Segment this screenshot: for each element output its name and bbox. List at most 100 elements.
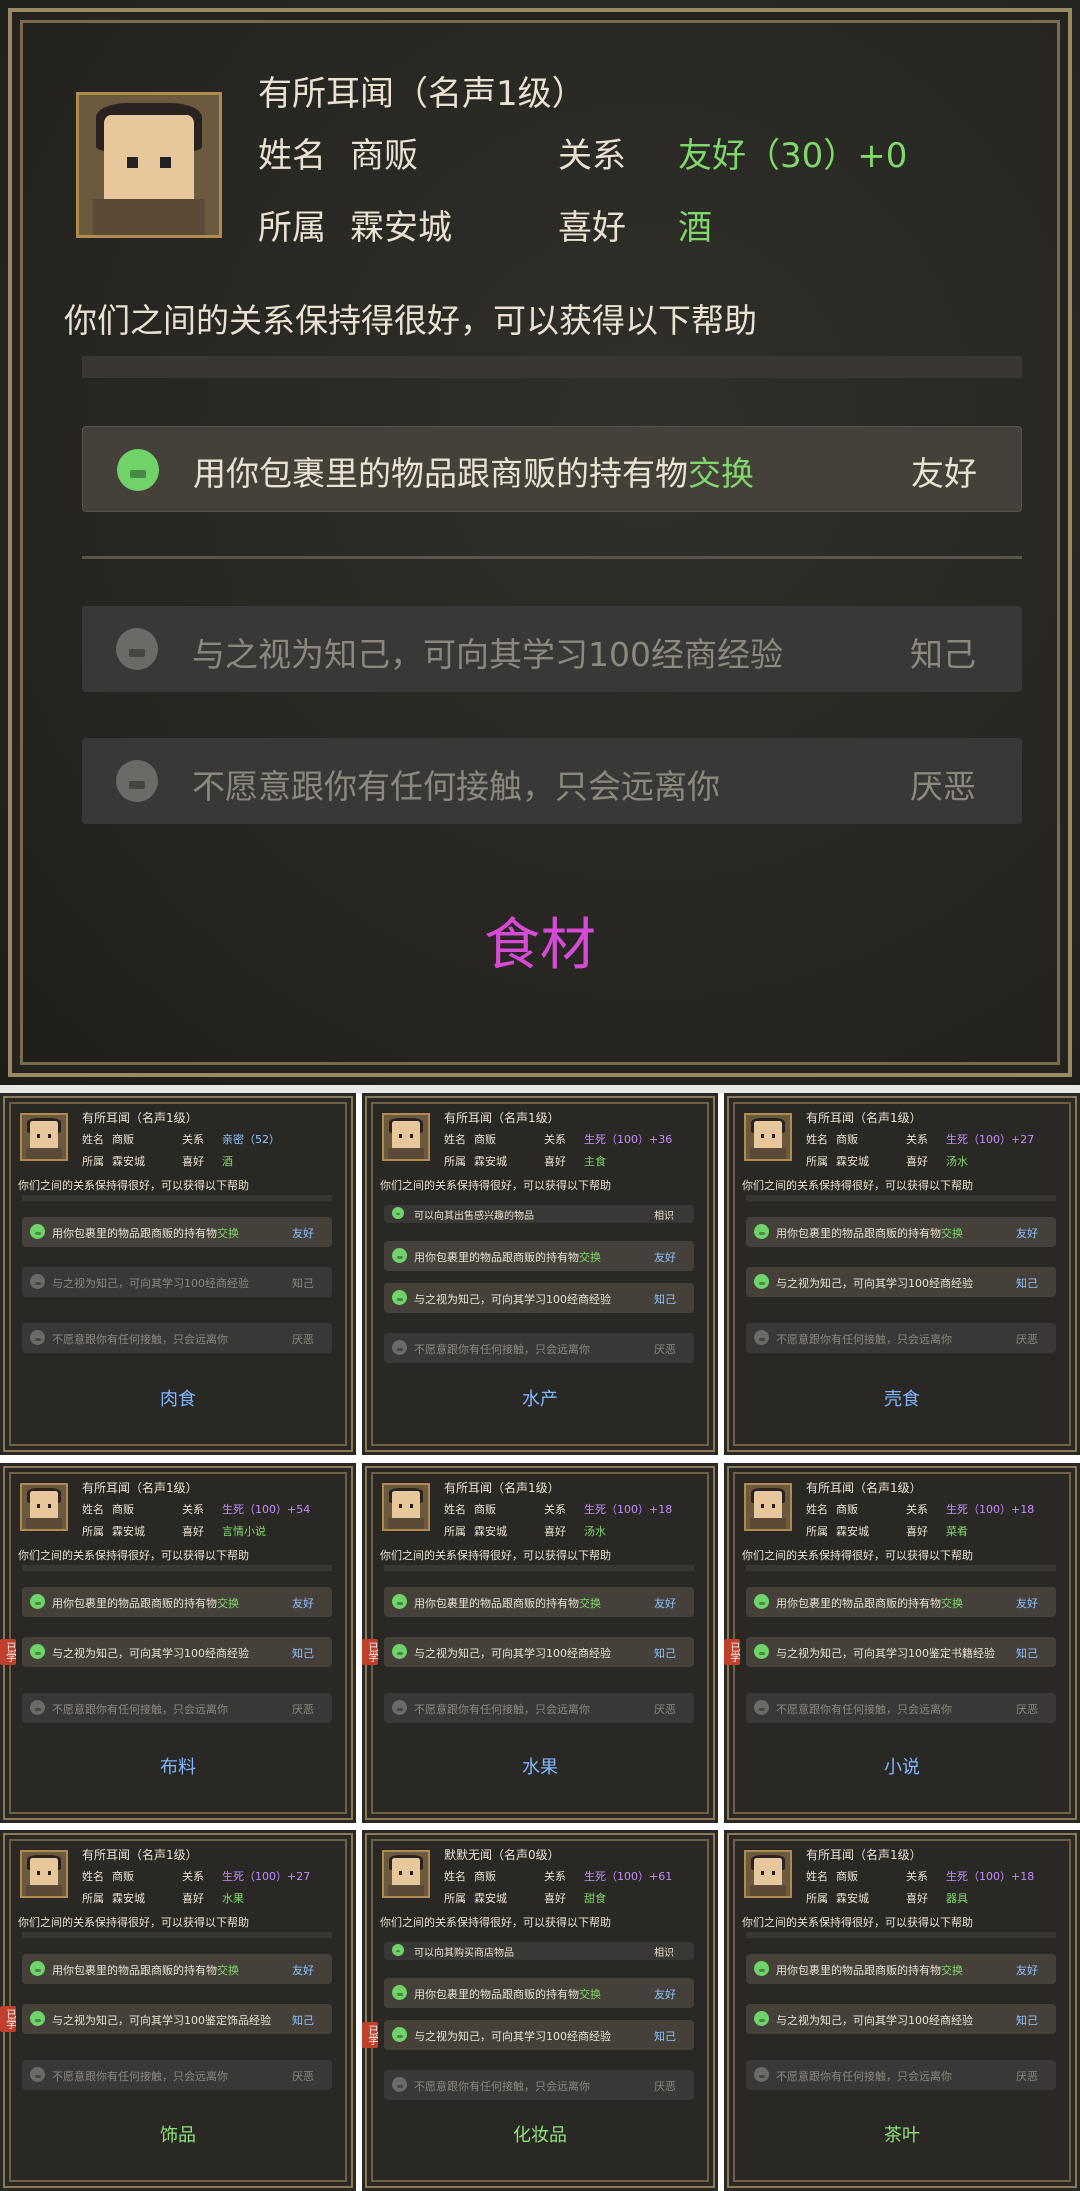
benefit-row[interactable]: 不愿意跟你有任何接触，只会远离你 厌恶 [384, 2070, 694, 2100]
row-text: 与之视为知己，可向其学习100经商经验 [414, 2030, 611, 2043]
like-value: 水果 [222, 1892, 244, 1905]
benefit-row[interactable]: 用你包裹里的物品跟商贩的持有物交换 友好 [22, 1217, 332, 1247]
relation-label: 关系 [182, 1133, 204, 1146]
belong-value: 霖安城 [112, 1525, 145, 1538]
benefit-row[interactable]: 不愿意跟你有任何接触，只会远离你 厌恶 [384, 1333, 694, 1363]
relation-intro: 你们之间的关系保持得很好，可以获得以下帮助 [380, 1549, 611, 1562]
merchant-portrait [382, 1113, 430, 1161]
row-text: 用你包裹里的物品跟商贩的持有物 [414, 1251, 579, 1264]
lock-icon [116, 628, 158, 670]
belong-label: 所属 [806, 1892, 828, 1905]
relation-intro: 你们之间的关系保持得很好，可以获得以下帮助 [380, 1916, 611, 1929]
benefit-row[interactable]: 已学 与之视为知己，可向其学习100经商经验 知己 [362, 2020, 694, 2050]
benefit-row[interactable]: 与之视为知己，可向其学习100经商经验 知己 [384, 1283, 694, 1313]
unlock-icon [392, 1644, 407, 1659]
benefit-row-hate[interactable]: 不愿意跟你有任何接触，只会远离你 厌恶 [82, 738, 1022, 824]
like-value: 言情小说 [222, 1525, 266, 1538]
relation-value: 生死（100）+36 [584, 1133, 673, 1146]
name-label: 姓名 [444, 1870, 466, 1883]
row-level: 知己 [1016, 2014, 1038, 2027]
unlock-icon [117, 449, 159, 491]
row-text: 用你包裹里的物品跟商贩的持有物 [776, 1227, 941, 1240]
benefit-row[interactable]: 用你包裹里的物品跟商贩的持有物交换 友好 [22, 1954, 332, 1984]
row-text: 不愿意跟你有任何接触，只会远离你 [52, 2070, 228, 2083]
benefit-row[interactable]: 与之视为知己，可向其学习100经商经验 知己 [22, 1267, 332, 1297]
row-text: 不愿意跟你有任何接触，只会远离你 [52, 1333, 228, 1346]
unlock-icon [392, 1207, 404, 1219]
benefit-row[interactable]: 不愿意跟你有任何接触，只会远离你 厌恶 [22, 2060, 332, 2090]
benefit-row[interactable]: 与之视为知己，可向其学习100经商经验 知己 [746, 1267, 1056, 1297]
benefit-row[interactable]: 用你包裹里的物品跟商贩的持有物交换 友好 [384, 1241, 694, 1271]
benefit-row[interactable]: 用你包裹里的物品跟商贩的持有物交换 友好 [746, 1587, 1056, 1617]
relation-intro: 你们之间的关系保持得很好，可以获得以下帮助 [18, 1179, 249, 1192]
relation-intro: 你们之间的关系保持得很好，可以获得以下帮助 [742, 1916, 973, 1929]
unlock-icon [392, 1594, 407, 1609]
benefit-row-confidant[interactable]: 与之视为知己，可向其学习100经商经验 知己 [82, 606, 1022, 692]
relation-card: 有所耳闻（名声1级） 姓名 商贩 关系 生死（100）+18 所属 霖安城 喜好… [724, 1830, 1080, 2191]
row-text: 与之视为知己，可向其学习100经商经验 [776, 2014, 973, 2027]
name-label: 姓名 [444, 1503, 466, 1516]
row-level: 友好 [654, 1251, 676, 1264]
row-text: 用你包裹里的物品跟商贩的持有物 [414, 1988, 579, 2001]
row-highlight: 交换 [579, 1251, 601, 1264]
row-text: 用你包裹里的物品跟商贩的持有物 [52, 1964, 217, 1977]
relation-label: 关系 [906, 1133, 928, 1146]
benefit-row[interactable]: 与之视为知己，可向其学习100经商经验 知己 [746, 2004, 1056, 2034]
benefit-row[interactable]: 用你包裹里的物品跟商贩的持有物交换 友好 [384, 1978, 694, 2008]
benefit-row[interactable]: 不愿意跟你有任何接触，只会远离你 厌恶 [384, 1693, 694, 1723]
belong-value: 霖安城 [112, 1892, 145, 1905]
category-caption: 茶叶 [884, 2125, 920, 2146]
belong-value: 霖安城 [350, 208, 452, 248]
unlock-icon [30, 1224, 45, 1239]
benefit-row[interactable]: 已学 与之视为知己，可向其学习100鉴定书籍经验 知己 [724, 1637, 1056, 1667]
merchant-portrait [382, 1850, 430, 1898]
reputation-title: 默默无闻（名声0级） [444, 1848, 560, 1862]
relation-value: 生死（100）+18 [946, 1870, 1035, 1883]
row-level: 友好 [654, 1597, 676, 1610]
like-value: 汤水 [584, 1525, 606, 1538]
benefit-row[interactable]: 用你包裹里的物品跟商贩的持有物交换 友好 [746, 1954, 1056, 1984]
benefit-row[interactable]: 不愿意跟你有任何接触，只会远离你 厌恶 [746, 2060, 1056, 2090]
benefit-row[interactable]: 已学 与之视为知己，可向其学习100经商经验 知己 [0, 1637, 332, 1667]
name-value: 商贩 [836, 1503, 858, 1516]
category-caption: 肉食 [160, 1389, 196, 1410]
divider [82, 556, 1022, 559]
row-text: 与之视为知己，可向其学习100经商经验 [414, 1647, 611, 1660]
benefit-row[interactable]: 已学 与之视为知己，可向其学习100鉴定饰品经验 知己 [0, 2004, 332, 2034]
benefit-row[interactable]: 不愿意跟你有任何接触，只会远离你 厌恶 [746, 1323, 1056, 1353]
row-level: 友好 [654, 1988, 676, 2001]
relation-card: 有所耳闻（名声1级） 姓名 商贩 关系 生死（100）+18 所属 霖安城 喜好… [724, 1463, 1080, 1823]
row-highlight: 交换 [941, 1227, 963, 1240]
benefit-row[interactable]: 用你包裹里的物品跟商贩的持有物交换 友好 [22, 1587, 332, 1617]
relation-label: 关系 [906, 1870, 928, 1883]
benefit-row[interactable]: 用你包裹里的物品跟商贩的持有物交换 友好 [746, 1217, 1056, 1247]
unlock-icon [392, 2027, 407, 2042]
benefit-row-exchange[interactable]: 用你包裹里的物品跟商贩的持有物交换 友好 [82, 426, 1022, 512]
belong-label: 所属 [82, 1155, 104, 1168]
category-caption: 水产 [522, 1389, 558, 1410]
like-value: 酒 [678, 208, 712, 248]
scroll-strip [22, 1932, 332, 1938]
merchant-portrait [76, 92, 222, 238]
unlock-icon [754, 1594, 769, 1609]
benefit-row[interactable]: 不愿意跟你有任何接触，只会远离你 厌恶 [22, 1693, 332, 1723]
belong-value: 霖安城 [836, 1892, 869, 1905]
benefit-row[interactable]: 用你包裹里的物品跟商贩的持有物交换 友好 [384, 1587, 694, 1617]
row-level: 友好 [292, 1964, 314, 1977]
benefit-row[interactable]: 不愿意跟你有任何接触，只会远离你 厌恶 [746, 1693, 1056, 1723]
main-relation-panel: 有所耳闻（名声1级） 姓名 商贩 关系 友好（30）+0 所属 霖安城 喜好 酒… [0, 0, 1080, 1085]
relation-card: 有所耳闻（名声1级） 姓名 商贩 关系 生死（100）+27 所属 霖安城 喜好… [0, 1830, 356, 2191]
like-value: 菜肴 [946, 1525, 968, 1538]
unlock-icon [30, 1594, 45, 1609]
row-text: 用你包裹里的物品跟商贩的持有物 [776, 1597, 941, 1610]
row-level: 厌恶 [1016, 1333, 1038, 1346]
name-label: 姓名 [258, 136, 326, 176]
benefit-row[interactable]: 不愿意跟你有任何接触，只会远离你 厌恶 [22, 1323, 332, 1353]
row-text: 与之视为知己，可向其学习100经商经验 [52, 1277, 249, 1290]
belong-value: 霖安城 [112, 1155, 145, 1168]
lock-icon [392, 1700, 407, 1715]
merchant-portrait [382, 1483, 430, 1531]
row-text: 与之视为知己，可向其学习100鉴定书籍经验 [776, 1647, 995, 1660]
benefit-row[interactable]: 已学 与之视为知己，可向其学习100经商经验 知己 [362, 1637, 694, 1667]
row-highlight: 交换 [579, 1597, 601, 1610]
